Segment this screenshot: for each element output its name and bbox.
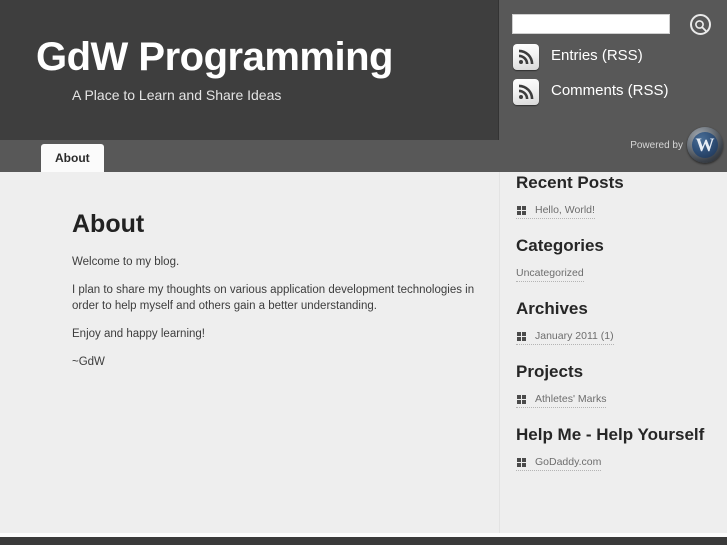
site-footer (0, 537, 727, 545)
main-column: About Welcome to my blog. I plan to shar… (0, 172, 500, 537)
widget-list: Uncategorized (516, 263, 716, 282)
search-icon (695, 20, 707, 32)
widget-list: January 2011 (1) (516, 326, 716, 345)
grid-bullet-icon (517, 458, 526, 467)
grid-bullet-icon (517, 395, 526, 404)
widget-title: Archives (516, 299, 588, 318)
rss-icon (513, 79, 539, 105)
entry-paragraph: I plan to share my thoughts on various a… (72, 284, 475, 312)
sidebar-link-january-2011[interactable]: January 2011 (1) (516, 329, 614, 345)
header-sidebar-panel: Entries (RSS) Comments (RSS) Powered by … (499, 0, 727, 172)
list-item: Comments (RSS) (513, 79, 718, 107)
primary-navigation: About (41, 140, 104, 172)
widget-help-me: Help Me - Help Yourself GoDaddy.com (516, 424, 716, 471)
page-entry: About Welcome to my blog. I plan to shar… (72, 210, 492, 382)
list-item: GoDaddy.com (516, 452, 716, 471)
widget-categories: Categories Uncategorized (516, 235, 716, 282)
powered-by-label: Powered by (630, 139, 683, 151)
wordpress-logo-icon: W (687, 127, 723, 163)
search-form (512, 14, 714, 36)
sidebar-link-label: Athletes' Marks (535, 393, 607, 405)
widget-list: GoDaddy.com (516, 452, 716, 471)
site-header-branding: GdW Programming A Place to Learn and Sha… (0, 0, 499, 140)
sidebar: Recent Posts Hello, World! Categories Un… (516, 172, 716, 537)
entry-paragraph: Welcome to my blog. (72, 256, 180, 268)
tab-about[interactable]: About (41, 144, 104, 172)
entries-rss-link[interactable]: Entries (RSS) (513, 44, 718, 70)
sidebar-link-athletes-marks[interactable]: Athletes' Marks (516, 392, 607, 408)
search-button[interactable] (690, 14, 711, 35)
widget-title: Recent Posts (516, 173, 624, 192)
sidebar-link-godaddy[interactable]: GoDaddy.com (516, 455, 602, 471)
list-item: Hello, World! (516, 200, 716, 219)
list-item: Uncategorized (516, 263, 716, 282)
entry-paragraph: ~GdW (72, 356, 105, 368)
sidebar-link-hello-world[interactable]: Hello, World! (516, 203, 595, 219)
site-tagline: A Place to Learn and Share Ideas (72, 87, 282, 103)
sidebar-link-uncategorized[interactable]: Uncategorized (516, 266, 584, 282)
feed-links-list: Entries (RSS) Comments (RSS) (513, 44, 718, 114)
wordpress-logo-letter: W (692, 132, 718, 158)
rss-icon (513, 44, 539, 70)
widget-list: Athletes' Marks (516, 389, 716, 408)
entries-rss-label: Entries (RSS) (551, 47, 643, 64)
content-area: About Welcome to my blog. I plan to shar… (0, 172, 727, 537)
entry-paragraph: Enjoy and happy learning! (72, 328, 205, 340)
list-item: January 2011 (1) (516, 326, 716, 345)
widget-archives: Archives January 2011 (1) (516, 298, 716, 345)
widget-projects: Projects Athletes' Marks (516, 361, 716, 408)
sidebar-link-label: January 2011 (1) (535, 330, 614, 342)
list-item: Entries (RSS) (513, 44, 718, 72)
powered-by-wordpress[interactable]: Powered by W (630, 126, 723, 164)
grid-bullet-icon (517, 332, 526, 341)
search-input[interactable] (512, 14, 670, 34)
comments-rss-label: Comments (RSS) (551, 82, 669, 99)
list-item: Athletes' Marks (516, 389, 716, 408)
widget-title: Projects (516, 362, 584, 381)
page-title: About (72, 210, 145, 238)
sidebar-link-label: GoDaddy.com (535, 456, 602, 468)
nav-item-about: About (41, 144, 104, 172)
site-title: GdW Programming (36, 35, 393, 79)
widget-list: Hello, World! (516, 200, 716, 219)
sidebar-link-label: Hello, World! (535, 204, 595, 216)
grid-bullet-icon (517, 206, 526, 215)
widget-title: Help Me - Help Yourself (516, 425, 705, 444)
comments-rss-link[interactable]: Comments (RSS) (513, 79, 718, 105)
widget-recent-posts: Recent Posts Hello, World! (516, 172, 716, 219)
page-root: GdW Programming A Place to Learn and Sha… (0, 0, 727, 545)
widget-title: Categories (516, 236, 604, 255)
